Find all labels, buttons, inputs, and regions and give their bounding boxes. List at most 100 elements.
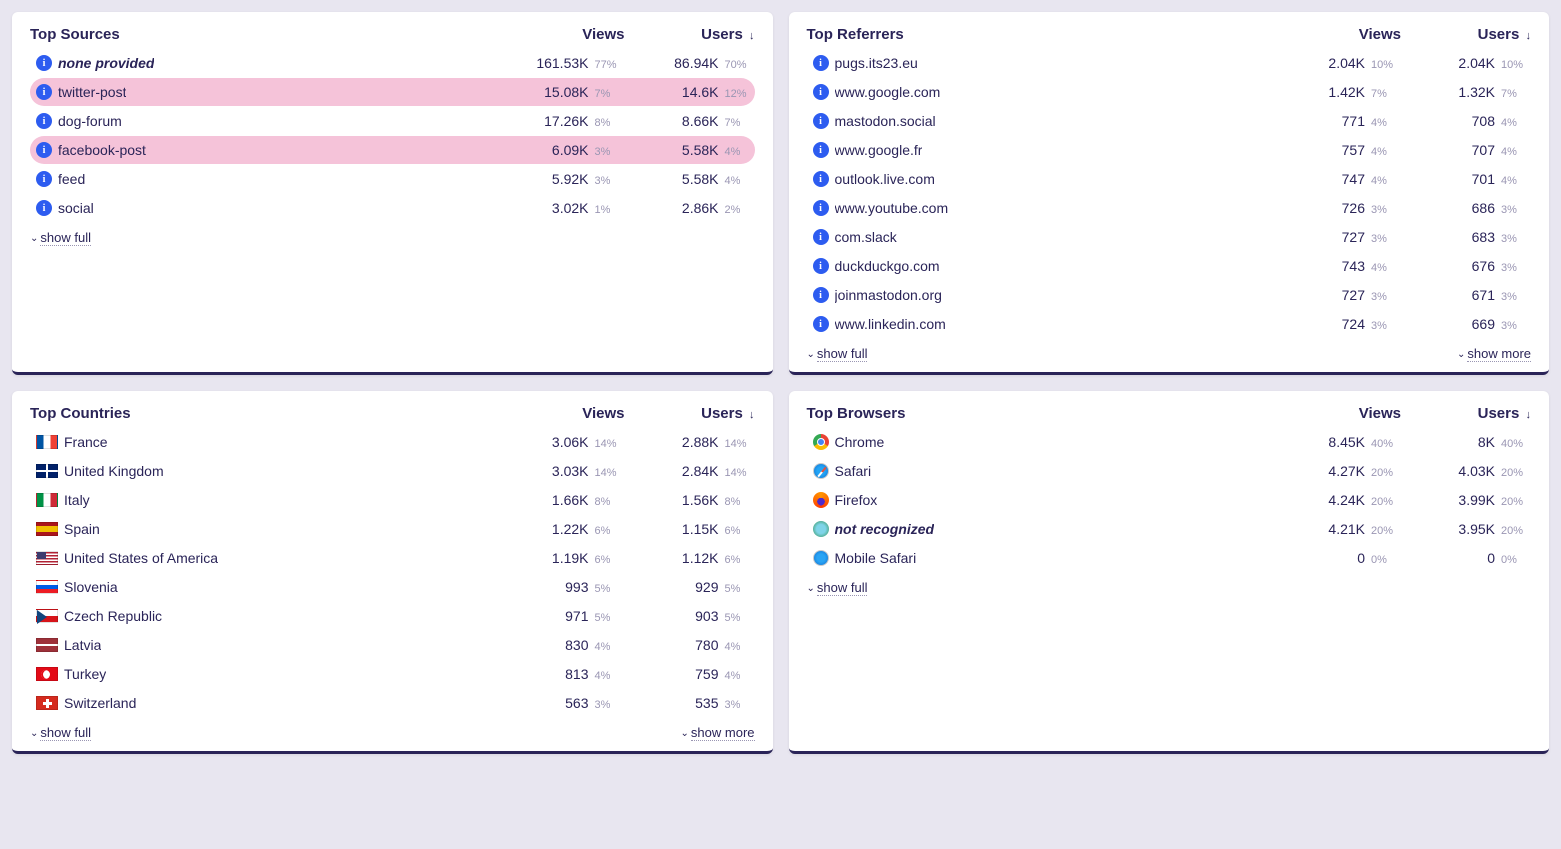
users-percent: 3% — [1501, 204, 1525, 216]
table-row[interactable]: none provided161.53K77%86.94K70% — [30, 49, 755, 77]
table-row[interactable]: France3.06K14%2.88K14% — [30, 428, 755, 456]
table-row[interactable]: www.google.fr7574%7074% — [807, 136, 1532, 164]
row-label-wrap: www.google.com — [813, 84, 1266, 100]
info-icon[interactable] — [813, 287, 829, 303]
table-row[interactable]: www.linkedin.com7243%6693% — [807, 310, 1532, 338]
views-value: 757 — [1342, 142, 1365, 158]
info-icon[interactable] — [813, 113, 829, 129]
users-value: 929 — [695, 579, 718, 595]
table-row[interactable]: Switzerland5633%5353% — [30, 689, 755, 717]
show-full-link[interactable]: ⌄show full — [807, 580, 868, 596]
info-icon[interactable] — [36, 113, 52, 129]
table-row[interactable]: duckduckgo.com7434%6763% — [807, 252, 1532, 280]
info-icon[interactable] — [813, 229, 829, 245]
users-percent: 20% — [1501, 496, 1525, 508]
row-label: www.linkedin.com — [835, 316, 946, 332]
table-row[interactable]: Spain1.22K6%1.15K6% — [30, 515, 755, 543]
row-views: 1.19K6% — [489, 550, 619, 566]
row-users: 8.66K7% — [619, 113, 749, 129]
table-row[interactable]: joinmastodon.org7273%6713% — [807, 281, 1532, 309]
row-label: dog-forum — [58, 113, 122, 129]
show-full-link[interactable]: ⌄show full — [30, 230, 91, 246]
row-label: Slovenia — [64, 579, 118, 595]
info-icon[interactable] — [36, 171, 52, 187]
table-row[interactable]: Czech Republic9715%9035% — [30, 602, 755, 630]
column-header-views[interactable]: Views — [495, 405, 625, 422]
table-row[interactable]: Safari4.27K20%4.03K20% — [807, 457, 1532, 485]
row-views: 161.53K77% — [489, 55, 619, 71]
info-icon[interactable] — [36, 55, 52, 71]
table-row[interactable]: facebook-post6.09K3%5.58K4% — [30, 136, 755, 164]
info-icon[interactable] — [36, 142, 52, 158]
show-more-link[interactable]: ⌄show more — [1457, 346, 1531, 362]
row-label-wrap: www.linkedin.com — [813, 316, 1266, 332]
info-icon[interactable] — [813, 258, 829, 274]
users-percent: 4% — [725, 146, 749, 158]
table-row[interactable]: www.google.com1.42K7%1.32K7% — [807, 78, 1532, 106]
row-users: 3.99K20% — [1395, 492, 1525, 508]
column-header-views[interactable]: Views — [495, 26, 625, 43]
table-row[interactable]: Firefox4.24K20%3.99K20% — [807, 486, 1532, 514]
column-header-views[interactable]: Views — [1271, 405, 1401, 422]
show-full-label: show full — [817, 346, 868, 362]
table-row[interactable]: feed5.92K3%5.58K4% — [30, 165, 755, 193]
card-top-sources: Top SourcesViewsUsers ↓none provided161.… — [12, 12, 773, 375]
table-row[interactable]: pugs.its23.eu2.04K10%2.04K10% — [807, 49, 1532, 77]
users-percent: 3% — [725, 699, 749, 711]
users-value: 1.56K — [682, 492, 719, 508]
show-full-link[interactable]: ⌄show full — [807, 346, 868, 362]
column-header-views[interactable]: Views — [1271, 26, 1401, 43]
row-label-wrap: United States of America — [36, 550, 489, 566]
table-row[interactable]: Slovenia9935%9295% — [30, 573, 755, 601]
users-value: 4.03K — [1458, 463, 1495, 479]
views-value: 971 — [565, 608, 588, 624]
info-icon[interactable] — [36, 200, 52, 216]
row-label: facebook-post — [58, 142, 146, 158]
table-row[interactable]: twitter-post15.08K7%14.6K12% — [30, 78, 755, 106]
views-value: 813 — [565, 666, 588, 682]
flag-icon-us — [36, 551, 58, 565]
users-value: 2.04K — [1458, 55, 1495, 71]
table-row[interactable]: Mobile Safari00%00% — [807, 544, 1532, 572]
flag-icon-cz — [36, 609, 58, 623]
row-users: 1.56K8% — [619, 492, 749, 508]
table-row[interactable]: mastodon.social7714%7084% — [807, 107, 1532, 135]
table-row[interactable]: social3.02K1%2.86K2% — [30, 194, 755, 222]
users-value: 903 — [695, 608, 718, 624]
column-header-users[interactable]: Users ↓ — [625, 26, 755, 43]
row-views: 7434% — [1265, 258, 1395, 274]
info-icon[interactable] — [813, 316, 829, 332]
info-icon[interactable] — [813, 55, 829, 71]
row-label-wrap: outlook.live.com — [813, 171, 1266, 187]
table-row[interactable]: com.slack7273%6833% — [807, 223, 1532, 251]
table-row[interactable]: www.youtube.com7263%6863% — [807, 194, 1532, 222]
show-full-link[interactable]: ⌄show full — [30, 725, 91, 741]
table-row[interactable]: Latvia8304%7804% — [30, 631, 755, 659]
views-percent: 3% — [1371, 291, 1395, 303]
row-label-wrap: mastodon.social — [813, 113, 1266, 129]
row-label-wrap: Mobile Safari — [813, 550, 1266, 566]
column-header-users[interactable]: Users ↓ — [1401, 405, 1531, 422]
table-row[interactable]: Chrome8.45K40%8K40% — [807, 428, 1532, 456]
users-percent: 14% — [725, 467, 749, 479]
table-row[interactable]: Italy1.66K8%1.56K8% — [30, 486, 755, 514]
show-more-link[interactable]: ⌄show more — [681, 725, 755, 741]
column-header-users[interactable]: Users ↓ — [625, 405, 755, 422]
show-full-label: show full — [817, 580, 868, 596]
table-row[interactable]: not recognized4.21K20%3.95K20% — [807, 515, 1532, 543]
row-label-wrap: not recognized — [813, 521, 1266, 537]
info-icon[interactable] — [813, 142, 829, 158]
info-icon[interactable] — [36, 84, 52, 100]
users-percent: 5% — [725, 612, 749, 624]
column-header-users[interactable]: Users ↓ — [1401, 26, 1531, 43]
table-row[interactable]: outlook.live.com7474%7014% — [807, 165, 1532, 193]
info-icon[interactable] — [813, 171, 829, 187]
table-row[interactable]: United Kingdom3.03K14%2.84K14% — [30, 457, 755, 485]
info-icon[interactable] — [813, 84, 829, 100]
table-row[interactable]: Turkey8134%7594% — [30, 660, 755, 688]
views-percent: 4% — [1371, 262, 1395, 274]
table-row[interactable]: United States of America1.19K6%1.12K6% — [30, 544, 755, 572]
info-icon[interactable] — [813, 200, 829, 216]
users-value: 707 — [1472, 142, 1495, 158]
table-row[interactable]: dog-forum17.26K8%8.66K7% — [30, 107, 755, 135]
